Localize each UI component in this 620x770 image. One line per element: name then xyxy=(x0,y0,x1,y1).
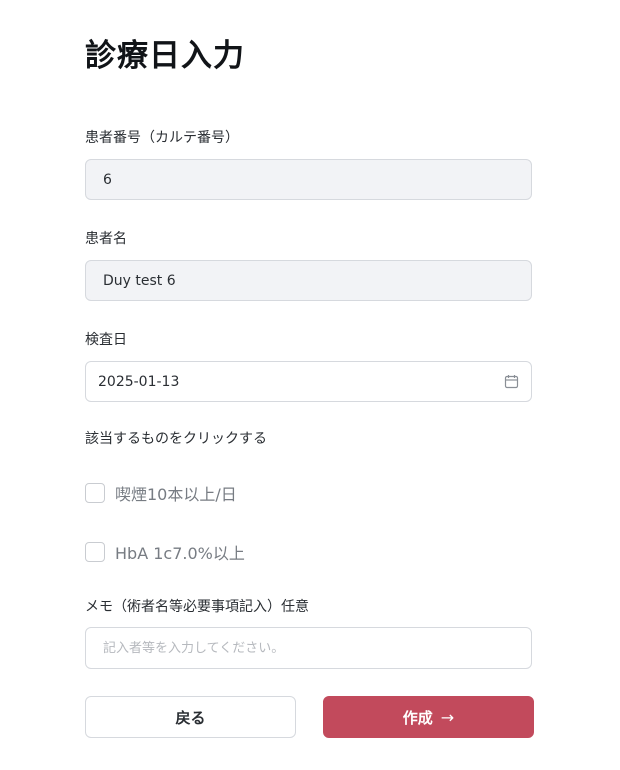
exam-date-value: 2025-01-13 xyxy=(98,373,180,390)
create-button[interactable]: 作成 → xyxy=(323,696,534,738)
patient-number-label: 患者番号（カルテ番号） xyxy=(85,130,239,146)
patient-name-value: Duy test 6 xyxy=(103,272,176,289)
patient-name-label: 患者名 xyxy=(85,231,127,247)
patient-number-value: 6 xyxy=(103,171,112,188)
create-button-label: 作成 xyxy=(402,708,433,727)
condition-smoking-checkbox[interactable] xyxy=(85,483,105,503)
exam-date-input[interactable]: 2025-01-13 xyxy=(85,361,532,402)
condition-hba1c-label[interactable]: HbA 1c7.0%以上 xyxy=(115,540,245,564)
condition-smoking-option[interactable]: 喫煙10本以上/日 xyxy=(85,481,237,505)
condition-hba1c-checkbox[interactable] xyxy=(85,542,105,562)
memo-label: メモ（術者名等必要事項記入）任意 xyxy=(85,599,309,615)
arrow-right-icon: → xyxy=(440,707,455,727)
patient-name-field: Duy test 6 xyxy=(85,260,532,301)
condition-smoking-label[interactable]: 喫煙10本以上/日 xyxy=(115,481,237,505)
back-button[interactable]: 戻る xyxy=(85,696,296,738)
exam-date-label: 検査日 xyxy=(85,332,127,348)
conditions-label: 該当するものをクリックする xyxy=(85,431,267,447)
patient-number-field: 6 xyxy=(85,159,532,200)
calendar-icon[interactable] xyxy=(504,374,519,389)
condition-hba1c-option[interactable]: HbA 1c7.0%以上 xyxy=(85,540,245,564)
page-title: 診療日入力 xyxy=(85,38,245,74)
memo-input[interactable] xyxy=(85,627,532,669)
back-button-label: 戻る xyxy=(175,708,206,727)
